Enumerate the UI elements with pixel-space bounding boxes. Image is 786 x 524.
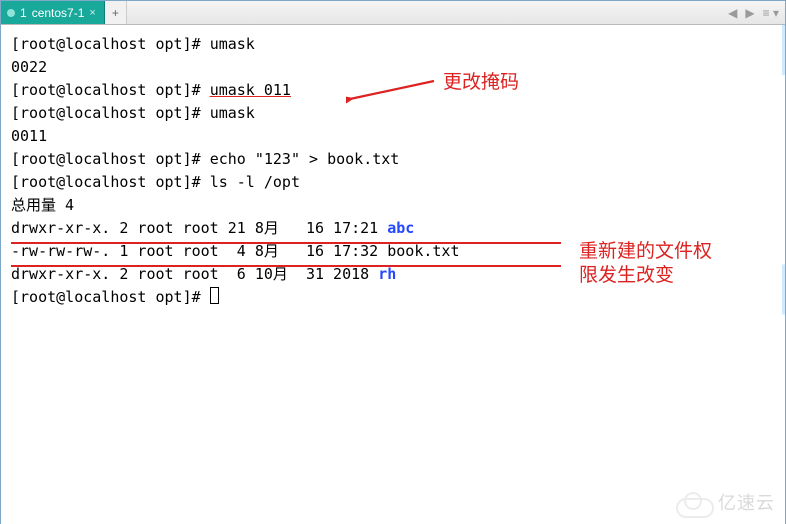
cmd-text: ls -l /opt — [210, 173, 300, 191]
terminal-line: [root@localhost opt]# umask — [11, 33, 775, 56]
tab-bar: 1 centos7-1 × + ◀ ▶ ≡ ▾ — [1, 1, 785, 25]
terminal-line: [root@localhost opt]# — [11, 286, 775, 309]
terminal-line: [root@localhost opt]# echo "123" > book.… — [11, 148, 775, 171]
close-icon[interactable]: × — [89, 7, 95, 19]
cmd-text: umask 011 — [210, 81, 291, 99]
watermark-text: 亿速云 — [718, 492, 775, 515]
prompt: [root@localhost opt]# — [11, 150, 210, 168]
tab-title: centos7-1 — [32, 6, 85, 20]
annotation-rule — [11, 242, 561, 244]
prompt: [root@localhost opt]# — [11, 288, 210, 306]
watermark: 亿速云 — [674, 490, 775, 516]
output-text: 0022 — [11, 58, 47, 76]
nav-menu-icon[interactable]: ≡ ▾ — [763, 6, 779, 20]
prompt: [root@localhost opt]# — [11, 173, 210, 191]
annotation-text: 更改掩码 — [443, 71, 519, 94]
annotation-line: 重新建的文件权 — [579, 240, 712, 264]
cursor — [210, 287, 219, 304]
annotation-line: 限发生改变 — [579, 264, 712, 288]
new-tab-button[interactable]: + — [105, 1, 127, 24]
cmd-text: umask — [210, 35, 255, 53]
terminal[interactable]: [root@localhost opt]# umask 0022 [root@l… — [1, 25, 785, 524]
ls-row: drwxr-xr-x. 2 root root 21 8月 16 17:21 a… — [11, 217, 775, 240]
nav-back-icon[interactable]: ◀ — [728, 6, 737, 20]
cmd-text: umask — [210, 104, 255, 122]
tab-bar-nav: ◀ ▶ ≡ ▾ — [728, 1, 785, 24]
ls-name: rh — [378, 265, 396, 283]
annotation-arrow — [346, 77, 436, 105]
tab-centos7-1[interactable]: 1 centos7-1 × — [1, 1, 105, 24]
prompt: [root@localhost opt]# — [11, 35, 210, 53]
ls-name: book.txt — [387, 242, 459, 260]
tab-index: 1 — [20, 6, 27, 20]
app-window: 1 centos7-1 × + ◀ ▶ ≡ ▾ [root@localhost … — [0, 0, 786, 524]
annotation-text: 重新建的文件权 限发生改变 — [579, 240, 712, 288]
plus-icon: + — [112, 6, 119, 20]
ls-name: abc — [387, 219, 414, 237]
output-text: 0011 — [11, 127, 47, 145]
prompt: [root@localhost opt]# — [11, 81, 210, 99]
terminal-line: [root@localhost opt]# ls -l /opt — [11, 171, 775, 194]
prompt: [root@localhost opt]# — [11, 104, 210, 122]
terminal-line: 0022 — [11, 56, 775, 79]
terminal-line: 总用量 4 — [11, 194, 775, 217]
terminal-line: [root@localhost opt]# umask — [11, 102, 775, 125]
ls-total: 总用量 4 — [11, 196, 74, 214]
annotation-rule — [11, 265, 561, 267]
scroll-indicator — [782, 25, 785, 524]
terminal-line: 0011 — [11, 125, 775, 148]
cloud-icon — [674, 490, 712, 516]
tab-status-dot — [7, 9, 15, 17]
cmd-text: echo "123" > book.txt — [210, 150, 400, 168]
nav-forward-icon[interactable]: ▶ — [745, 6, 754, 20]
